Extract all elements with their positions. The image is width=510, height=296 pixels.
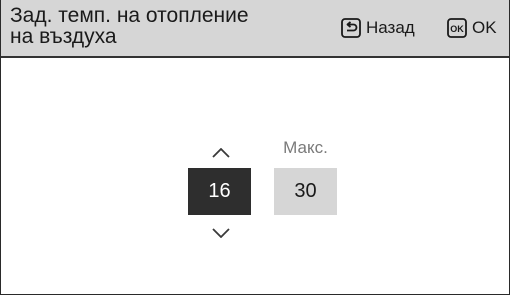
ok-button-label: OK [472, 18, 497, 37]
ok-key-icon: OK [447, 18, 467, 38]
setpoint-value-selected[interactable]: 16 [188, 168, 251, 215]
max-label: Макс. [283, 138, 328, 157]
ok-button[interactable]: OK OK [447, 17, 497, 39]
max-value: 30 [274, 168, 337, 215]
page-title-line1: Зад. темп. на отопление [10, 4, 249, 27]
chevron-down-icon[interactable] [212, 225, 230, 239]
back-button-label: Назад [366, 18, 415, 37]
chevron-up-icon[interactable] [212, 145, 230, 158]
page-title: Зад. темп. на отопление на въздуха [10, 5, 249, 47]
back-return-icon [341, 18, 361, 38]
screen: Зад. темп. на отопление на въздуха Назад… [0, 0, 510, 295]
page-title-line2: на въздуха [10, 25, 117, 48]
header-bar: Зад. темп. на отопление на въздуха Назад… [1, 0, 509, 58]
back-button[interactable]: Назад [341, 17, 415, 39]
svg-text:OK: OK [450, 24, 464, 34]
